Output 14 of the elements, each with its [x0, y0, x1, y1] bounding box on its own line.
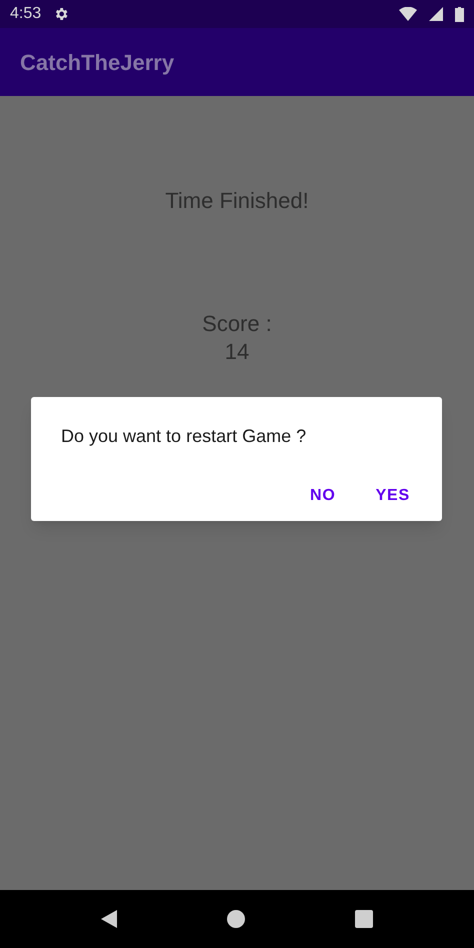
score-value: 14: [224, 338, 250, 366]
wifi-icon: [399, 7, 417, 21]
heading-text: Time Finished!: [165, 187, 309, 215]
status-time: 4:53: [10, 4, 42, 24]
battery-icon: [455, 6, 464, 22]
app-title: CatchTheJerry: [20, 48, 174, 77]
signal-icon: [429, 7, 443, 21]
dialog-message: Do you want to restart Game ?: [61, 425, 308, 448]
back-icon[interactable]: [101, 910, 117, 928]
home-icon[interactable]: [227, 910, 245, 928]
settings-icon: [53, 6, 70, 22]
dialog-button[interactable]: YES: [364, 478, 422, 514]
dialog-button[interactable]: NO: [298, 478, 348, 514]
score-label: Score :: [202, 310, 272, 338]
